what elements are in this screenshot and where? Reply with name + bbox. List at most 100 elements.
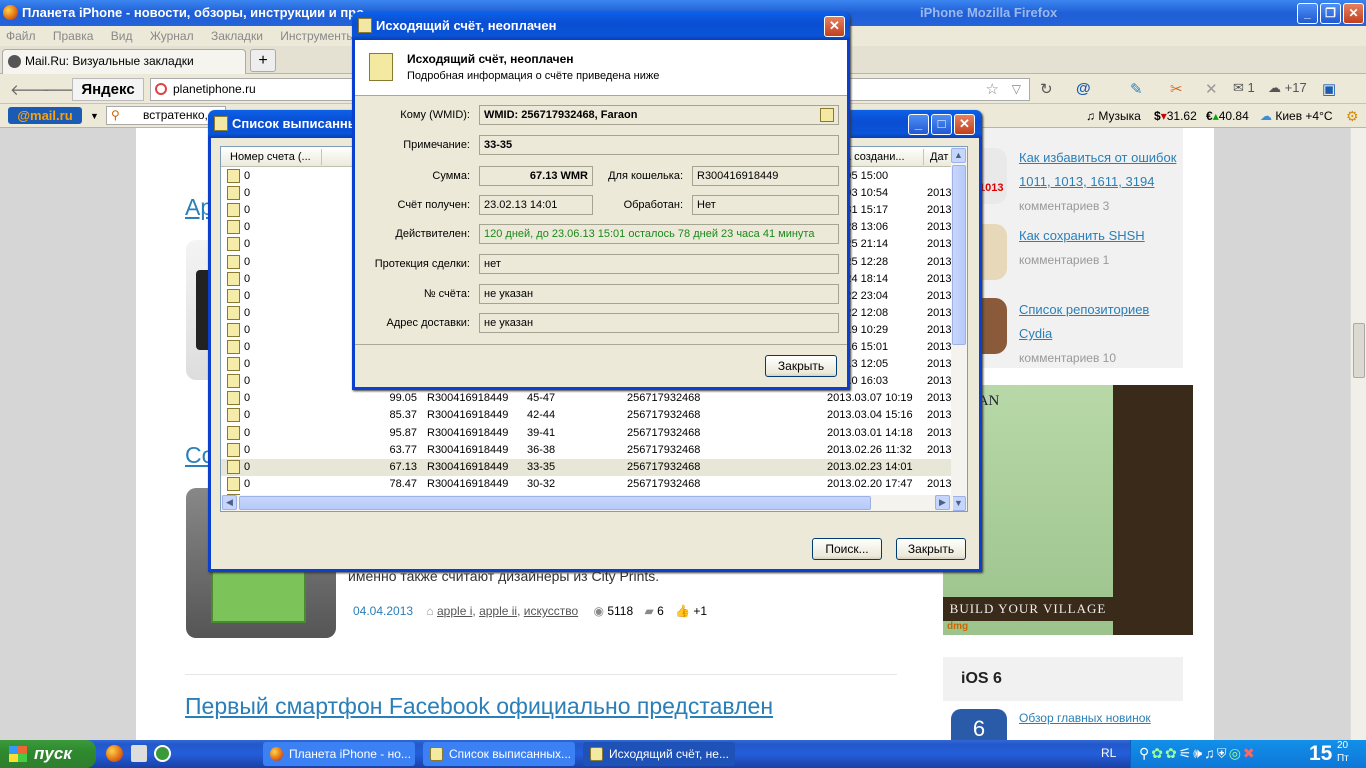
list-close-button[interactable]: ✕	[954, 114, 975, 135]
language-indicator[interactable]: RL	[1101, 746, 1116, 760]
scroll-down-arrow-icon[interactable]: ▼	[951, 496, 966, 511]
article-title-3[interactable]: Первый смартфон Facebook официально пред…	[185, 693, 773, 720]
dialog-header: Исходящий счёт, неоплачен Подробная инфо…	[355, 40, 847, 96]
start-button[interactable]: пуск	[0, 740, 96, 768]
eur-rate[interactable]: €▴40.84	[1206, 104, 1249, 128]
menu-tools[interactable]: Инструменты	[280, 29, 355, 43]
search-button[interactable]: Поиск...	[812, 538, 882, 560]
mail-at-icon[interactable]: @	[1076, 80, 1091, 97]
cell-created: 2013.03.04 15:16	[827, 409, 913, 422]
clock-hour[interactable]: 15	[1309, 740, 1332, 768]
explorer-quicklaunch-icon[interactable]	[131, 745, 147, 762]
cell-note: 36-38	[527, 443, 556, 456]
tag-link-3[interactable]: искусство	[524, 604, 578, 618]
ad-caption: BUILD YOUR VILLAGE	[943, 597, 1113, 621]
close-button[interactable]: ✕	[1343, 3, 1364, 24]
minimize-button[interactable]: _	[1297, 3, 1318, 24]
webmoney-quicklaunch-icon[interactable]	[154, 745, 171, 762]
dialog-close-button[interactable]: ✕	[824, 16, 845, 37]
cloud-icon[interactable]: ☁ +17	[1268, 80, 1307, 96]
label-received: Счёт получен:	[397, 199, 471, 211]
settings-gear-icon[interactable]: ⚙	[1346, 104, 1359, 128]
tray-icons[interactable]: ⚲✿✿⚟🕪♫⛨◎✖	[1139, 745, 1257, 762]
menu-file[interactable]: Файл	[6, 29, 36, 43]
table-row[interactable]: 0 63.77 R300416918449 36-38 256717932468 2013…	[221, 442, 953, 459]
table-row[interactable]: 0 95.87 R300416918449 39-41 256717932468 2013…	[221, 425, 953, 442]
menu-view[interactable]: Вид	[111, 29, 133, 43]
tray-network-icon: ⚟	[1178, 745, 1194, 761]
stop-icon[interactable]: ✕	[1205, 80, 1218, 98]
mail-icon[interactable]: ✉ 1	[1233, 80, 1255, 96]
menu-history[interactable]: Журнал	[150, 29, 194, 43]
sidebar-link-3[interactable]: Список репозиториев Cydia	[1019, 302, 1149, 341]
list-vertical-scrollbar[interactable]: ▲ ▼	[951, 147, 967, 511]
weather-link[interactable]: ☁ Киев +4°C	[1260, 104, 1333, 128]
task-firefox[interactable]: Планета iPhone - но...	[263, 742, 415, 766]
cell-date: 2013	[927, 238, 952, 251]
cell-number: 0	[244, 255, 251, 268]
sidebar-link-2[interactable]: Как сохранить SHSH	[1019, 228, 1145, 243]
maximize-button[interactable]: ❐	[1320, 3, 1341, 24]
invoice-icon	[214, 116, 228, 131]
reload-icon[interactable]: ↻	[1040, 80, 1053, 98]
cell-purse: R300416918449	[427, 426, 509, 439]
scroll-left-arrow-icon[interactable]: ◀	[222, 495, 237, 510]
invoice-row-icon	[227, 322, 240, 337]
invoice-task-icon	[430, 747, 443, 761]
cell-date: 2013	[927, 204, 952, 217]
dropdown-icon[interactable]: ▽	[1012, 79, 1021, 100]
tag-link-2[interactable]: apple ii	[479, 604, 517, 618]
list-minimize-button[interactable]: _	[908, 114, 929, 135]
cell-number: 0	[244, 375, 251, 388]
feather-icon[interactable]: ✎	[1130, 80, 1143, 98]
addon-icon[interactable]: ▣	[1322, 80, 1336, 98]
yandex-button[interactable]: Яндекс	[72, 78, 144, 101]
menu-bookmarks[interactable]: Закладки	[211, 29, 263, 43]
mailru-logo[interactable]: @mail.ru	[8, 107, 82, 124]
page-scrollbar[interactable]	[1350, 128, 1366, 740]
list-close-dialog-button[interactable]: Закрыть	[896, 538, 966, 560]
list-window-title: Список выписанны	[232, 116, 359, 131]
usd-rate[interactable]: $▾31.62	[1154, 104, 1197, 128]
column-header-date[interactable]: Дат	[930, 147, 948, 167]
music-link[interactable]: ♫ Музыка	[1086, 104, 1141, 128]
star-icon[interactable]: ☆	[986, 79, 999, 100]
field-valid: 120 дней, до 23.06.13 15:01 осталось 78 …	[479, 224, 839, 244]
cell-wmid: 256717932468	[627, 460, 701, 473]
cell-created: 2013.02.23 14:01	[827, 460, 913, 473]
tag-link-1[interactable]: apple i	[437, 604, 472, 618]
list-horizontal-scrollbar[interactable]: ◀ ▶	[221, 495, 953, 511]
invoice-row-icon	[227, 203, 240, 218]
usd-icon: $	[1154, 109, 1161, 123]
invoice-row-icon	[227, 340, 240, 354]
dialog-titlebar[interactable]: Исходящий счёт, неоплачен ✕	[352, 12, 850, 40]
browser-title-tail: iPhone Mozilla Firefox	[920, 5, 1058, 20]
invoice-row-icon	[227, 408, 240, 423]
task-invoice-list[interactable]: Список выписанных...	[423, 742, 575, 766]
list-maximize-button[interactable]: □	[931, 114, 952, 135]
scroll-right-arrow-icon[interactable]: ▶	[935, 495, 950, 510]
table-row[interactable]: 0 99.05 R300416918449 45-47 256717932468 2013…	[221, 390, 953, 407]
dialog-close-action-button[interactable]: Закрыть	[765, 355, 837, 377]
tools-icon[interactable]: ✂	[1170, 80, 1183, 98]
column-header-created[interactable]: а создани...	[845, 147, 905, 167]
sidebar-link-1[interactable]: Как избавиться от ошибок 1011, 1013, 161…	[1019, 150, 1176, 189]
new-tab-button[interactable]: +	[250, 49, 276, 72]
wmid-info-icon[interactable]	[820, 108, 834, 122]
scroll-up-arrow-icon[interactable]: ▲	[951, 148, 966, 163]
column-header-number[interactable]: Номер счета (...	[230, 147, 311, 167]
list-vscroll-thumb[interactable]	[952, 165, 966, 345]
invoice-row-icon	[227, 288, 240, 303]
ios6-link[interactable]: Обзор главных новинок	[1019, 711, 1151, 725]
table-row[interactable]: 0 78.47 R300416918449 30-32 256717932468 2013…	[221, 476, 953, 493]
sidebar-comments-3: комментариев 10	[1019, 351, 1117, 365]
page-scrollbar-thumb[interactable]	[1353, 323, 1365, 378]
firefox-quicklaunch-icon[interactable]	[106, 745, 123, 762]
menu-edit[interactable]: Правка	[53, 29, 94, 43]
task-invoice-dialog[interactable]: Исходящий счёт, не...	[583, 742, 735, 766]
table-row[interactable]: 0 85.37 R300416918449 42-44 256717932468 2013…	[221, 407, 953, 424]
list-hscroll-thumb[interactable]	[239, 496, 871, 510]
table-row[interactable]: 0 67.13 R300416918449 33-35 256717932468 2013…	[221, 458, 953, 476]
mailru-dropdown-icon[interactable]: ▼	[90, 104, 99, 128]
tab-mailru[interactable]: Mail.Ru: Визуальные закладки	[2, 49, 246, 74]
